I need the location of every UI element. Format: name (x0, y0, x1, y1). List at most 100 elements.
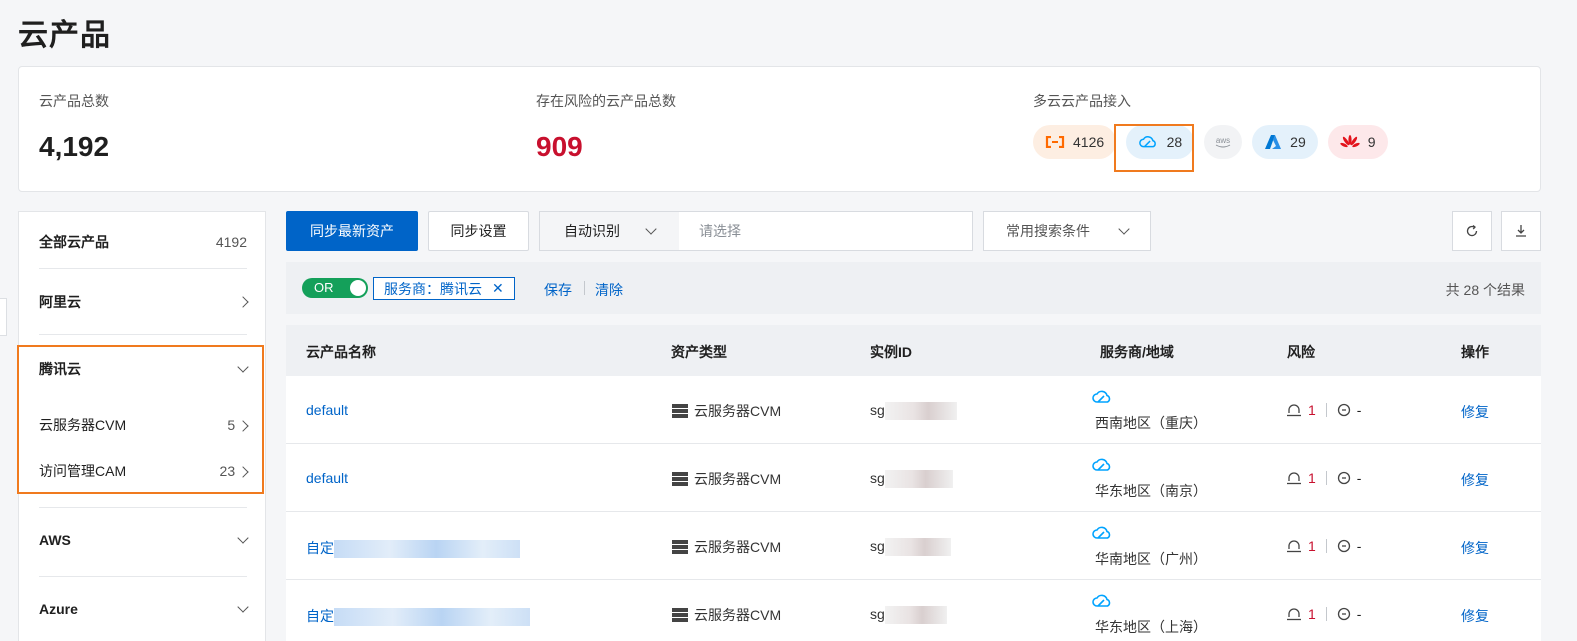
asset-type: 云服务器CVM (672, 469, 781, 489)
table-row: 自定 云服务器CVM sg 华东地区（上海） 1 - 修复 (286, 580, 1541, 641)
alarm-icon (1287, 540, 1301, 553)
refresh-button[interactable] (1452, 211, 1492, 251)
azure-icon (1265, 135, 1282, 149)
clock-icon (1337, 607, 1350, 621)
repair-link[interactable]: 修复 (1461, 606, 1489, 626)
multicloud-stat: 多云云产品接入 4126 28 aws 29 9 (1033, 91, 1388, 159)
tencent-group-highlight (17, 345, 264, 494)
filter-bar: OR 服务商：腾讯云 ✕ 保存 清除 共 28 个结果 (286, 262, 1541, 314)
save-filter-link[interactable]: 保存 (544, 280, 572, 300)
risk-value: 909 (536, 131, 583, 162)
clock-icon (1337, 539, 1350, 553)
toggle-label: OR (314, 280, 334, 295)
risk-label: 存在风险的云产品总数 (536, 93, 676, 109)
provider-pill-huawei[interactable]: 9 (1327, 125, 1388, 159)
table-row: default 云服务器CVM sg 西南地区（重庆） 1 - 修复 (286, 376, 1541, 444)
product-name-link[interactable]: default (306, 470, 348, 486)
column-header: 服务商/地域 (1100, 344, 1174, 360)
products-table: 云产品名称 资产类型 实例ID 服务商/地域 风险 操作 default 云服务… (286, 325, 1541, 641)
divider (39, 576, 247, 577)
table-header: 云产品名称 资产类型 实例ID 服务商/地域 风险 操作 (286, 325, 1541, 376)
or-toggle[interactable]: OR (302, 278, 368, 298)
table-row: 自定 云服务器CVM sg 华南地区（广州） 1 - 修复 (286, 512, 1541, 580)
column-header: 操作 (1461, 344, 1489, 360)
download-icon (1516, 225, 1526, 237)
alarm-icon (1287, 472, 1301, 485)
common-conditions-select[interactable]: 常用搜索条件 (983, 211, 1151, 251)
provider-pill-aws[interactable]: aws (1204, 125, 1243, 159)
risk-indicators: 1 - (1286, 402, 1361, 418)
sidebar-item-aliyun[interactable]: 阿里云 (39, 292, 249, 312)
column-header: 资产类型 (671, 344, 727, 360)
repair-link[interactable]: 修复 (1461, 470, 1489, 490)
sidebar-item-label: AWS (39, 532, 71, 548)
tencent-cloud-icon (1092, 526, 1111, 539)
chevron-down-icon (1118, 223, 1130, 235)
product-name-link[interactable]: default (306, 402, 348, 418)
divider (39, 268, 247, 269)
sidebar-item-label: 阿里云 (39, 294, 81, 310)
sync-assets-button[interactable]: 同步最新资产 (286, 211, 418, 251)
sidebar-item-label: Azure (39, 601, 78, 617)
chevron-down-icon (237, 532, 249, 544)
provider-pill-azure[interactable]: 29 (1252, 125, 1318, 159)
server-icon (672, 540, 688, 554)
server-icon (672, 472, 688, 486)
filter-chip-provider: 服务商：腾讯云 ✕ (373, 277, 515, 300)
redacted-block (884, 606, 947, 625)
close-icon[interactable]: ✕ (492, 280, 504, 297)
search-input[interactable] (679, 212, 972, 250)
tencent-cloud-icon (1092, 594, 1111, 607)
product-name-link[interactable]: 自定 (306, 606, 530, 627)
provider-pill-aliyun[interactable]: 4126 (1033, 125, 1117, 159)
asset-type: 云服务器CVM (672, 401, 781, 421)
chevron-down-icon (645, 223, 657, 235)
product-name-link[interactable]: 自定 (306, 538, 520, 559)
asset-type: 云服务器CVM (672, 537, 781, 557)
sidebar-item-aws[interactable]: AWS (39, 532, 249, 548)
search-box: 自动识别 (539, 211, 973, 251)
provider-region: 西南地区（重庆） (1091, 390, 1207, 433)
common-conditions-label: 常用搜索条件 (1006, 223, 1090, 239)
provider-count: 4126 (1073, 134, 1105, 150)
tencent-pill-highlight (1114, 124, 1194, 172)
repair-link[interactable]: 修复 (1461, 538, 1489, 558)
svg-text:aws: aws (1216, 136, 1230, 145)
redacted-block (884, 470, 953, 489)
repair-link[interactable]: 修复 (1461, 402, 1489, 422)
risk-stat: 存在风险的云产品总数 909 (536, 91, 676, 163)
instance-id: sg (870, 470, 953, 489)
divider (39, 334, 247, 335)
sidebar-item-all[interactable]: 全部云产品 4192 (39, 232, 247, 252)
total-stat: 云产品总数 4,192 (39, 91, 109, 163)
asset-type: 云服务器CVM (672, 605, 781, 625)
sync-settings-button[interactable]: 同步设置 (428, 211, 529, 251)
clear-filter-link[interactable]: 清除 (595, 280, 623, 300)
chevron-right-icon (237, 296, 249, 308)
result-count: 共 28 个结果 (1445, 282, 1525, 298)
total-value: 4,192 (39, 131, 110, 162)
instance-id: sg (870, 606, 947, 625)
search-type-select[interactable]: 自动识别 (540, 212, 679, 250)
multicloud-label: 多云云产品接入 (1033, 93, 1131, 109)
tencent-cloud-icon (1092, 458, 1111, 471)
download-button[interactable] (1501, 211, 1541, 251)
risk-indicators: 1 - (1286, 538, 1361, 554)
sidebar-item-azure[interactable]: Azure (39, 601, 249, 617)
huawei-icon (1340, 135, 1360, 148)
provider-count: 29 (1290, 134, 1306, 150)
chip-label: 服务商：腾讯云 (384, 280, 482, 297)
server-icon (672, 608, 688, 622)
provider-region: 华南地区（广州） (1091, 526, 1207, 569)
provider-region: 华东地区（上海） (1091, 594, 1207, 637)
instance-id: sg (870, 538, 951, 557)
sidebar-item-label: 全部云产品 (39, 234, 109, 250)
provider-count: 9 (1367, 134, 1376, 150)
sidebar-collapse-handle[interactable] (0, 298, 7, 336)
redacted-block (884, 538, 951, 557)
chevron-down-icon (237, 601, 249, 613)
aliyun-icon (1045, 136, 1065, 148)
summary-card: 云产品总数 4,192 存在风险的云产品总数 909 多云云产品接入 4126 … (18, 66, 1541, 192)
alarm-icon (1287, 608, 1301, 621)
refresh-icon (1466, 224, 1478, 237)
